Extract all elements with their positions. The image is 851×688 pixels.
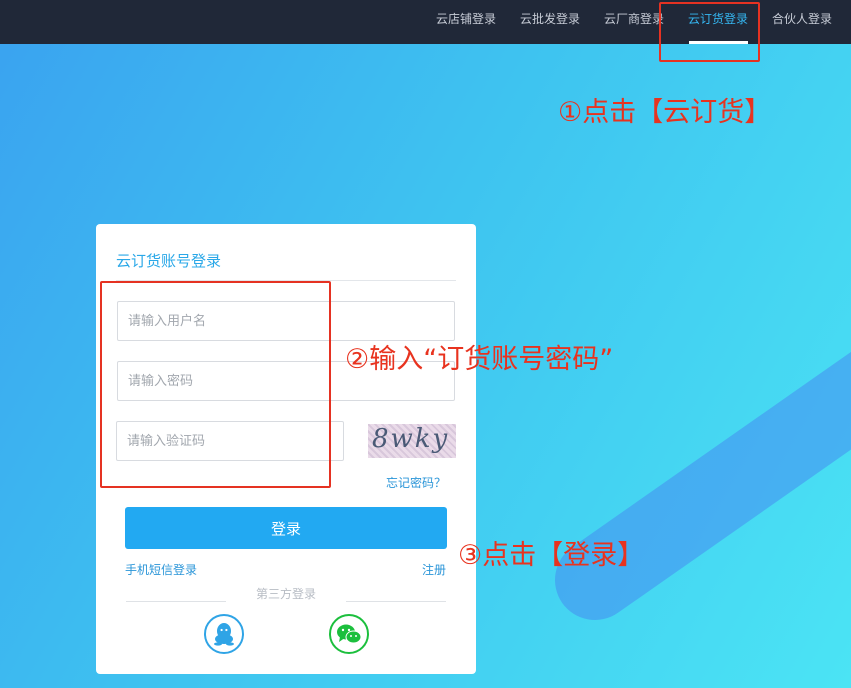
- nav-item-wholesale-login[interactable]: 云批发登录: [520, 0, 580, 44]
- nav-item-partner-login[interactable]: 合伙人登录: [772, 0, 832, 44]
- captcha-image[interactable]: 8wky: [368, 424, 456, 458]
- highlight-box-nav: [659, 2, 760, 62]
- nav-item-store-login[interactable]: 云店铺登录: [436, 0, 496, 44]
- highlight-box-fields: [100, 281, 331, 488]
- login-button[interactable]: 登录: [125, 507, 447, 549]
- login-card-title: 云订货账号登录: [116, 252, 222, 270]
- register-link[interactable]: 注册: [422, 561, 446, 578]
- annotation-step-2: ②输入“订货账号密码”: [345, 344, 614, 375]
- qq-icon: [214, 623, 234, 646]
- captcha-text: 8wky: [372, 424, 450, 454]
- nav-item-manufacturer-login[interactable]: 云厂商登录: [604, 0, 664, 44]
- annotation-step-1: ①点击【云订货】: [558, 97, 772, 128]
- annotation-step-3: ③点击【登录】: [458, 540, 645, 571]
- third-party-login-label: 第三方登录: [255, 587, 316, 601]
- wechat-login-button[interactable]: [329, 614, 369, 654]
- sms-login-link[interactable]: 手机短信登录: [125, 561, 197, 578]
- wechat-icon: [337, 624, 362, 644]
- qq-login-button[interactable]: [204, 614, 244, 654]
- forgot-password-link[interactable]: 忘记密码？: [386, 474, 446, 491]
